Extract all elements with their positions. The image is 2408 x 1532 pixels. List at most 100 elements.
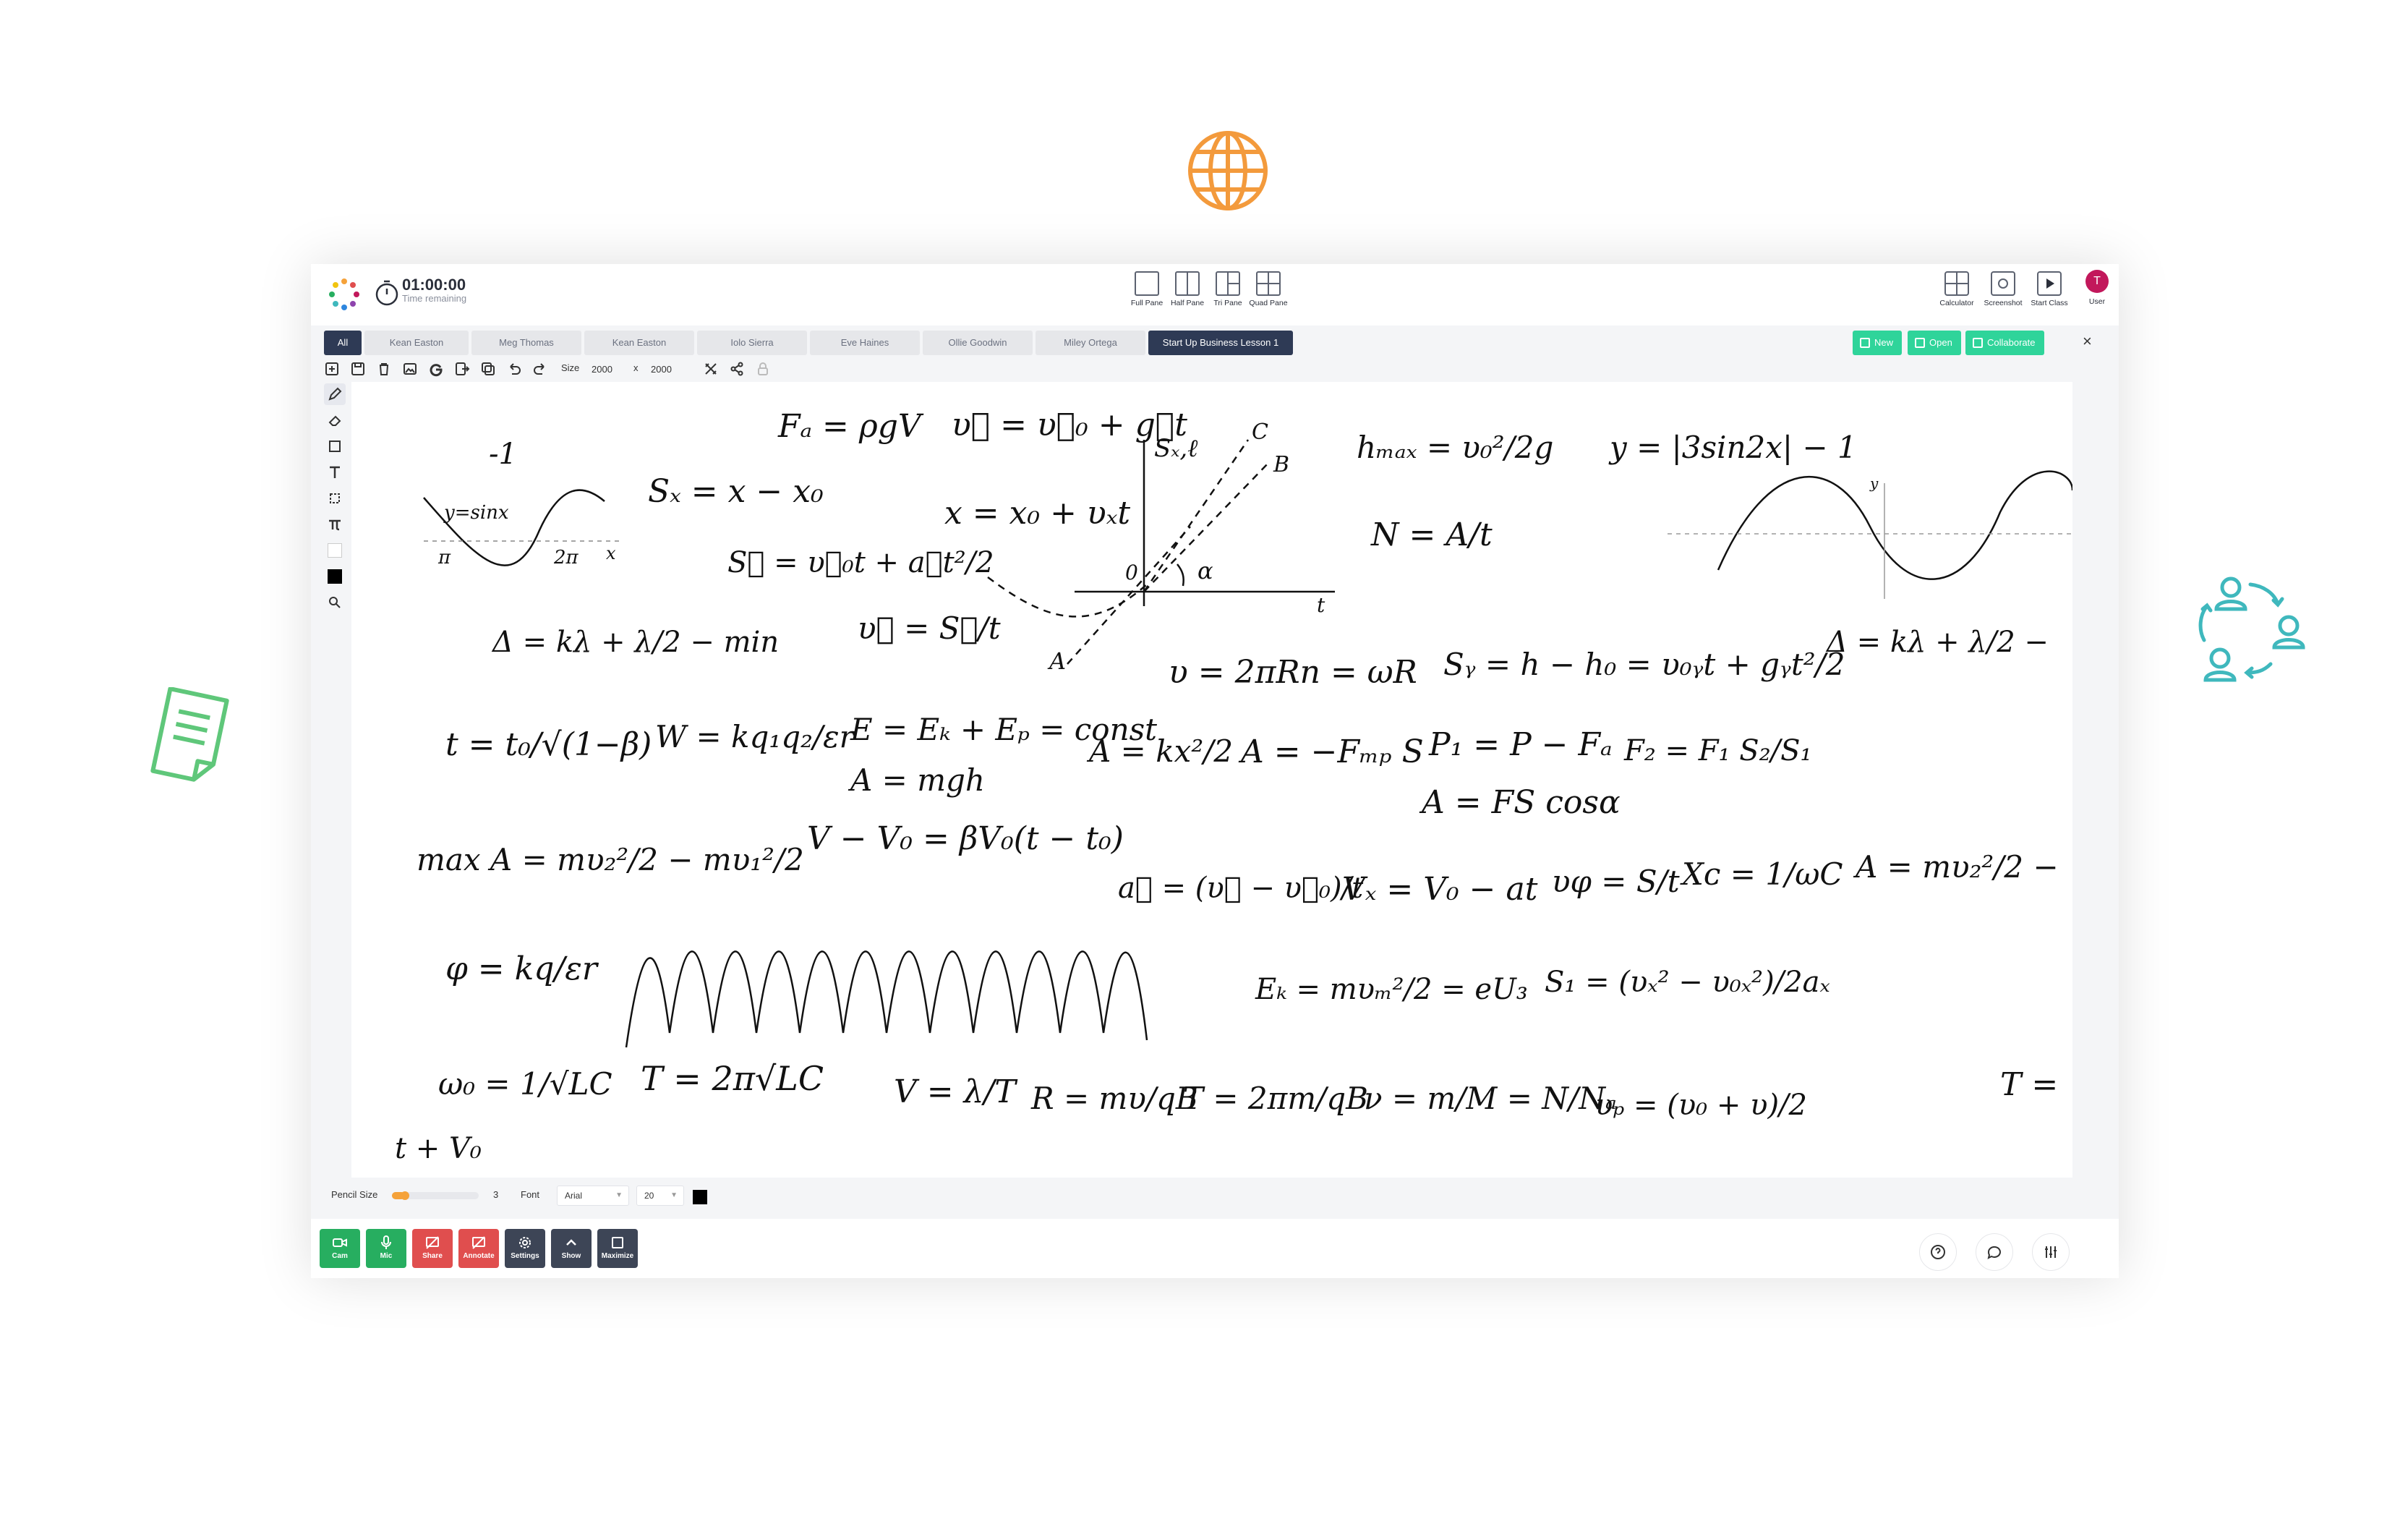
tab-kean-easton[interactable]: Kean Easton xyxy=(364,331,469,355)
open-button[interactable]: Open xyxy=(1908,331,1961,355)
board-height-input[interactable] xyxy=(651,361,694,377)
tab-eve-haines[interactable]: Eve Haines xyxy=(810,331,920,355)
export-icon[interactable] xyxy=(454,361,470,377)
undo-icon[interactable] xyxy=(506,361,522,377)
quad-pane-button[interactable]: Quad Pane xyxy=(1248,271,1289,320)
formula: t + V₀ xyxy=(395,1132,482,1165)
tab-lesson[interactable]: Start Up Business Lesson 1 xyxy=(1148,331,1293,355)
top-bar: 01:00:00 Time remaining Full Pane Half P… xyxy=(311,264,2119,325)
sliders-icon xyxy=(2045,1246,2057,1258)
redo-icon[interactable] xyxy=(532,361,548,377)
new-button[interactable]: New xyxy=(1853,331,1903,355)
chat-icon xyxy=(1987,1246,2001,1259)
axis-label: x xyxy=(606,543,616,563)
collaborate-button[interactable]: Collaborate xyxy=(1965,331,2044,355)
axis-label: y xyxy=(1870,475,1879,492)
pencil-size-slider[interactable] xyxy=(392,1191,479,1200)
formula: V = λ/T xyxy=(894,1073,1016,1110)
formula: υ⃗ = υ⃗₀ + g⃗t xyxy=(952,407,1187,443)
copy-icon[interactable] xyxy=(480,361,496,377)
share-button[interactable]: Share xyxy=(412,1229,453,1268)
show-button[interactable]: Show xyxy=(551,1229,592,1268)
tab-meg-thomas[interactable]: Meg Thomas xyxy=(471,331,581,355)
zoom-tool[interactable] xyxy=(324,592,346,613)
pencil-size-label: Pencil Size xyxy=(331,1189,378,1200)
stroke-color-tool[interactable] xyxy=(324,566,346,587)
gear-icon xyxy=(517,1235,533,1251)
formula: x = x₀ + υₓt xyxy=(944,495,1130,532)
formula: Vₓ = V₀ − at xyxy=(1342,871,1538,908)
text-tool[interactable] xyxy=(324,461,346,483)
calculator-button[interactable]: Calculator xyxy=(1934,271,1980,320)
half-pane-button[interactable]: Half Pane xyxy=(1167,271,1208,320)
tools-icon[interactable] xyxy=(703,361,719,377)
math-tool[interactable] xyxy=(324,514,346,535)
diagram-label: B xyxy=(1273,452,1290,477)
tab-ollie-goodwin[interactable]: Ollie Goodwin xyxy=(923,331,1033,355)
font-select[interactable]: Arial ▼ xyxy=(557,1186,629,1206)
save-icon[interactable] xyxy=(350,361,366,377)
diagram-label: 0 xyxy=(1125,561,1138,584)
select-tool[interactable] xyxy=(324,488,346,509)
diagram-parabola xyxy=(987,576,1148,618)
font-size-select[interactable]: 20 ▼ xyxy=(636,1186,684,1206)
formula: Δ = kλ + λ/2 − min xyxy=(492,626,780,659)
globe-icon xyxy=(1186,129,1270,213)
screenshot-button[interactable]: Screenshot xyxy=(1980,271,2026,320)
tab-miley-ortega[interactable]: Miley Ortega xyxy=(1036,331,1145,355)
timer-value: 01:00:00 xyxy=(402,276,466,294)
eraser-tool[interactable] xyxy=(324,409,346,431)
settings-button[interactable]: Settings xyxy=(505,1229,545,1268)
wave-curve xyxy=(625,950,1148,1048)
lock-icon[interactable] xyxy=(755,361,771,377)
add-page-icon[interactable] xyxy=(324,361,340,377)
calculator-icon xyxy=(1944,271,1969,296)
audio-settings-button[interactable] xyxy=(2032,1233,2070,1271)
formula: V − V₀ = βV₀(t − t₀) xyxy=(807,820,1124,857)
color-swatch[interactable] xyxy=(693,1190,707,1204)
annotate-button[interactable]: Annotate xyxy=(458,1229,499,1268)
close-icon[interactable]: × xyxy=(2083,332,2092,351)
trash-icon[interactable] xyxy=(376,361,392,377)
whiteboard-canvas[interactable]: -1 y=sinx Sₓ = x − x₀ Fₐ = ρgV υ⃗ = υ⃗₀ … xyxy=(351,382,2072,1178)
fill-color-tool[interactable] xyxy=(324,540,346,561)
help-button[interactable] xyxy=(1919,1233,1957,1271)
formula: a⃗ = (υ⃗ − υ⃗₀)/t xyxy=(1118,872,1364,905)
mic-button[interactable]: Mic xyxy=(366,1229,406,1268)
user-menu[interactable]: T User xyxy=(2083,270,2112,306)
formula: υφ = S/t xyxy=(1552,864,1680,899)
camera-screenshot-icon xyxy=(1991,271,2015,296)
formula: S⃗ = υ⃗₀t + a⃗t²/2 xyxy=(727,546,994,579)
pencil-tool[interactable] xyxy=(324,383,346,405)
rectangle-tool[interactable] xyxy=(324,435,346,457)
formula: Xᴄ = 1/ωC xyxy=(1682,856,1843,892)
formula: A = FS cosα xyxy=(1422,784,1621,821)
cam-button[interactable]: Cam xyxy=(320,1229,360,1268)
formula: R = mυ/qB xyxy=(1031,1081,1198,1116)
formula: A = mgh xyxy=(850,762,985,798)
formula-label: y=sinx xyxy=(444,502,509,524)
full-pane-button[interactable]: Full Pane xyxy=(1127,271,1167,320)
formula: T = 2πm/qB xyxy=(1183,1081,1368,1116)
tab-iolo-sierra[interactable]: Iolo Sierra xyxy=(697,331,807,355)
chevron-up-icon xyxy=(563,1235,579,1251)
axis-label: 2π xyxy=(554,547,578,569)
pencil-icon xyxy=(328,387,342,401)
folder-icon xyxy=(1915,338,1925,348)
image-icon[interactable] xyxy=(402,361,418,377)
full-pane-icon xyxy=(1135,271,1159,296)
text-icon xyxy=(330,466,340,478)
slider-thumb[interactable] xyxy=(401,1191,409,1200)
board-width-input[interactable] xyxy=(592,361,635,377)
search-icon xyxy=(329,597,341,608)
share-icon[interactable] xyxy=(729,361,745,377)
tri-pane-button[interactable]: Tri Pane xyxy=(1208,271,1248,320)
start-class-button[interactable]: Start Class xyxy=(2026,271,2072,320)
pi-icon xyxy=(329,519,341,531)
maximize-button[interactable]: Maximize xyxy=(597,1229,638,1268)
chat-button[interactable] xyxy=(1976,1233,2013,1271)
tab-all[interactable]: All xyxy=(324,331,362,355)
formula: P₁ = P − Fₐ xyxy=(1429,726,1613,763)
google-icon[interactable] xyxy=(428,361,444,377)
tab-kean-easton-2[interactable]: Kean Easton xyxy=(584,331,694,355)
